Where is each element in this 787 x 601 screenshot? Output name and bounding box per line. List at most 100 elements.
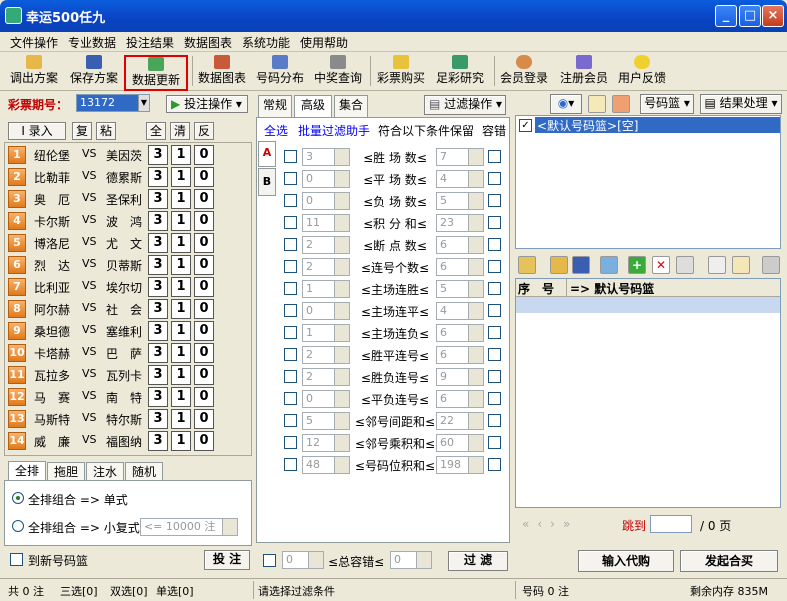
tolerance-checkbox[interactable] xyxy=(488,348,501,361)
option-win[interactable]: 3 xyxy=(148,255,168,275)
option-win[interactable]: 3 xyxy=(148,189,168,209)
option-win[interactable]: 3 xyxy=(148,233,168,253)
page-input[interactable] xyxy=(650,515,692,533)
option-win[interactable]: 3 xyxy=(148,321,168,341)
tolerance-checkbox[interactable] xyxy=(488,436,501,449)
filter-enable-checkbox[interactable] xyxy=(284,172,297,185)
option-draw[interactable]: 1 xyxy=(171,387,191,407)
tolerance-checkbox[interactable] xyxy=(488,194,501,207)
side-tab-a[interactable]: A xyxy=(258,141,276,167)
remove-icon[interactable]: ✕ xyxy=(652,256,670,274)
radio-compound[interactable] xyxy=(12,520,24,532)
basket-menu-button[interactable]: 号码篮 ▾ xyxy=(640,94,694,114)
basket-checkbox[interactable]: ✓ xyxy=(519,119,532,132)
option-draw[interactable]: 1 xyxy=(171,343,191,363)
paste-icon[interactable] xyxy=(732,256,750,274)
filter-enable-checkbox[interactable] xyxy=(284,436,297,449)
filter-max[interactable]: 7 xyxy=(436,148,484,166)
filter-max[interactable]: 6 xyxy=(436,390,484,408)
tab-full[interactable]: 全排 xyxy=(8,461,46,481)
tab-banker[interactable]: 拖胆 xyxy=(47,462,85,482)
option-loss[interactable]: 0 xyxy=(194,167,214,187)
enter-button[interactable]: I 录入 xyxy=(8,122,66,140)
filter-min[interactable]: 0 xyxy=(302,390,350,408)
tolerance-checkbox[interactable] xyxy=(488,260,501,273)
option-loss[interactable]: 0 xyxy=(194,145,214,165)
option-draw[interactable]: 1 xyxy=(171,167,191,187)
filter-max[interactable]: 60 xyxy=(436,434,484,452)
tolerance-checkbox[interactable] xyxy=(488,150,501,163)
charts-button[interactable]: 数据图表 xyxy=(194,55,250,91)
menu-charts[interactable]: 数据图表 xyxy=(184,34,232,51)
chevron-down-icon[interactable]: ▼ xyxy=(138,95,149,111)
filter-min[interactable]: 11 xyxy=(302,214,350,232)
filter-max[interactable]: 23 xyxy=(436,214,484,232)
update-data-button[interactable]: 数据更新 xyxy=(124,55,188,91)
tolerance-checkbox[interactable] xyxy=(488,458,501,471)
option-draw[interactable]: 1 xyxy=(171,211,191,231)
edit-icon[interactable] xyxy=(676,256,694,274)
option-win[interactable]: 3 xyxy=(148,409,168,429)
filter-max[interactable]: 22 xyxy=(436,412,484,430)
title-bar[interactable] xyxy=(0,0,787,32)
filter-operation-button[interactable]: ▤ 过滤操作 ▾ xyxy=(424,95,506,115)
option-draw[interactable]: 1 xyxy=(171,145,191,165)
filter-min[interactable]: 2 xyxy=(302,236,350,254)
tab-water[interactable]: 注水 xyxy=(86,462,124,482)
research-button[interactable]: 足彩研究 xyxy=(432,55,488,91)
tolerance-checkbox[interactable] xyxy=(488,282,501,295)
menu-help[interactable]: 使用帮助 xyxy=(300,34,348,51)
grid-row-selected[interactable] xyxy=(516,297,780,313)
basket-item[interactable]: <默认号码篮>[空] xyxy=(535,117,780,133)
open-icon[interactable] xyxy=(518,256,536,274)
filter-min[interactable]: 2 xyxy=(302,368,350,386)
add-icon[interactable]: + xyxy=(628,256,646,274)
copy-icon[interactable] xyxy=(708,256,726,274)
option-win[interactable]: 3 xyxy=(148,145,168,165)
filter-min[interactable]: 12 xyxy=(302,434,350,452)
import-icon[interactable] xyxy=(600,256,618,274)
filter-max[interactable]: 4 xyxy=(436,302,484,320)
filter-min[interactable]: 2 xyxy=(302,346,350,364)
filter-enable-checkbox[interactable] xyxy=(284,370,297,383)
option-draw[interactable]: 1 xyxy=(171,233,191,253)
jump-link[interactable]: 跳到 xyxy=(622,517,646,534)
delete-basket-icon[interactable] xyxy=(612,95,630,113)
tolerance-checkbox[interactable] xyxy=(488,304,501,317)
feedback-button[interactable]: 用户反馈 xyxy=(614,55,670,91)
option-draw[interactable]: 1 xyxy=(171,365,191,385)
folder-icon[interactable] xyxy=(550,256,568,274)
filter-min[interactable]: 1 xyxy=(302,280,350,298)
filter-max[interactable]: 9 xyxy=(436,368,484,386)
filter-enable-checkbox[interactable] xyxy=(284,282,297,295)
select-all-link[interactable]: 全选 xyxy=(264,122,288,139)
option-win[interactable]: 3 xyxy=(148,431,168,451)
filter-enable-checkbox[interactable] xyxy=(284,326,297,339)
option-loss[interactable]: 0 xyxy=(194,387,214,407)
option-loss[interactable]: 0 xyxy=(194,321,214,341)
pager-nav[interactable]: «‹›» xyxy=(522,517,578,531)
buy-lottery-button[interactable]: 彩票购买 xyxy=(372,55,430,91)
option-win[interactable]: 3 xyxy=(148,277,168,297)
tab-set[interactable]: 集合 xyxy=(334,95,368,117)
clear-button[interactable]: 清 xyxy=(170,122,190,140)
menu-system[interactable]: 系统功能 xyxy=(242,34,290,51)
menu-results[interactable]: 投注结果 xyxy=(126,34,174,51)
tolerance-checkbox[interactable] xyxy=(488,216,501,229)
total-tolerance-min[interactable]: 0 xyxy=(282,551,324,569)
member-login-button[interactable]: 会员登录 xyxy=(496,55,552,91)
option-win[interactable]: 3 xyxy=(148,167,168,187)
side-tab-b[interactable]: B xyxy=(258,168,276,196)
invert-button[interactable]: 反 xyxy=(194,122,214,140)
browser-button[interactable]: ◉▾ xyxy=(550,94,582,114)
option-draw[interactable]: 1 xyxy=(171,321,191,341)
filter-max[interactable]: 6 xyxy=(436,346,484,364)
filter-enable-checkbox[interactable] xyxy=(284,304,297,317)
minimize-button[interactable]: _ xyxy=(715,5,737,27)
filter-min[interactable]: 48 xyxy=(302,456,350,474)
filter-min[interactable]: 3 xyxy=(302,148,350,166)
filter-min[interactable]: 5 xyxy=(302,412,350,430)
batch-filter-link[interactable]: 批量过滤助手 xyxy=(298,122,370,139)
option-loss[interactable]: 0 xyxy=(194,233,214,253)
menu-data[interactable]: 专业数据 xyxy=(68,34,116,51)
